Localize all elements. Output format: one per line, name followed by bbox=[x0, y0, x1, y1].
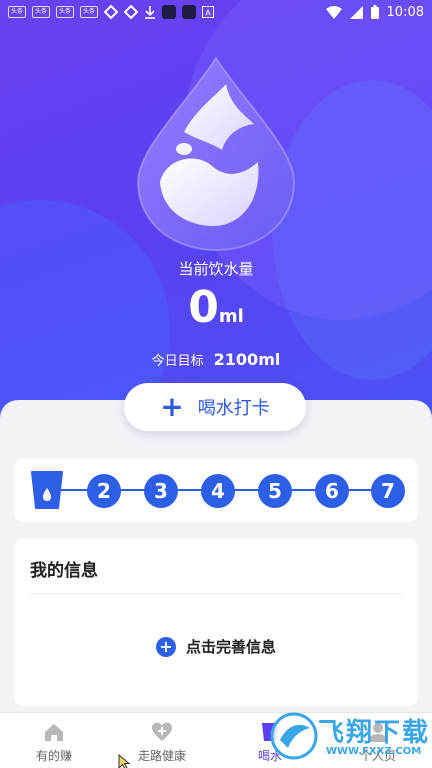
notification-icon: 头条 bbox=[80, 6, 98, 18]
a-icon: A bbox=[202, 6, 214, 18]
app-icon bbox=[182, 5, 196, 19]
sync-icon bbox=[124, 5, 138, 19]
download-icon bbox=[145, 6, 155, 19]
plus-icon: + bbox=[160, 390, 184, 423]
day-progress-card: 2 3 4 5 6 7 bbox=[14, 458, 418, 522]
day-4[interactable]: 4 bbox=[201, 474, 235, 508]
tab-label: 有的赚 bbox=[35, 749, 72, 763]
watermark-url: WWW.FXXZ.COM bbox=[326, 746, 422, 757]
sync-icon bbox=[104, 5, 118, 19]
day-2[interactable]: 2 bbox=[87, 474, 121, 508]
watermark-text: 飞翔下载 bbox=[318, 718, 431, 748]
wifi-icon bbox=[325, 5, 342, 19]
day-6[interactable]: 6 bbox=[315, 474, 349, 508]
notification-icon: 头条 bbox=[32, 6, 50, 18]
intake-unit: ml bbox=[218, 306, 244, 327]
checkin-label: 喝水打卡 bbox=[197, 398, 270, 419]
home-icon bbox=[45, 724, 63, 741]
drink-checkin-button[interactable]: + 喝水打卡 bbox=[124, 383, 306, 431]
day-7[interactable]: 7 bbox=[371, 474, 405, 508]
info-title: 我的信息 bbox=[30, 561, 98, 581]
svg-text:A: A bbox=[205, 9, 211, 18]
target-label: 今日目标 bbox=[151, 354, 204, 369]
divider bbox=[30, 593, 402, 594]
tab-earn[interactable]: 有的赚 bbox=[0, 713, 108, 768]
notification-icon: 头条 bbox=[56, 6, 74, 18]
current-intake-amount: 0ml bbox=[0, 282, 432, 333]
signal-icon bbox=[349, 5, 363, 19]
plus-circle-icon: + bbox=[155, 636, 176, 657]
my-info-card: 我的信息 + 点击完善信息 bbox=[14, 538, 418, 706]
complete-info-button[interactable]: + 点击完善信息 bbox=[14, 636, 418, 657]
complete-info-label: 点击完善信息 bbox=[185, 638, 276, 656]
status-bar: 头条 头条 头条 头条 A 10:08 bbox=[0, 0, 432, 24]
notification-icon: 头条 bbox=[8, 6, 26, 18]
daily-target: 今日目标 2100ml bbox=[0, 350, 432, 369]
heart-plus-icon bbox=[152, 722, 172, 741]
current-intake-label: 当前饮水量 bbox=[178, 260, 254, 278]
target-value: 2100ml bbox=[213, 350, 281, 369]
water-drop-icon bbox=[136, 56, 296, 252]
intake-value: 0 bbox=[188, 282, 219, 333]
day-5[interactable]: 5 bbox=[258, 474, 292, 508]
tab-label: 走路健康 bbox=[137, 749, 186, 763]
day-3[interactable]: 3 bbox=[144, 474, 178, 508]
battery-icon bbox=[370, 5, 379, 19]
app-icon bbox=[162, 5, 176, 19]
water-cup-icon[interactable] bbox=[30, 470, 64, 510]
cursor-icon bbox=[118, 754, 131, 768]
clock: 10:08 bbox=[386, 4, 424, 20]
